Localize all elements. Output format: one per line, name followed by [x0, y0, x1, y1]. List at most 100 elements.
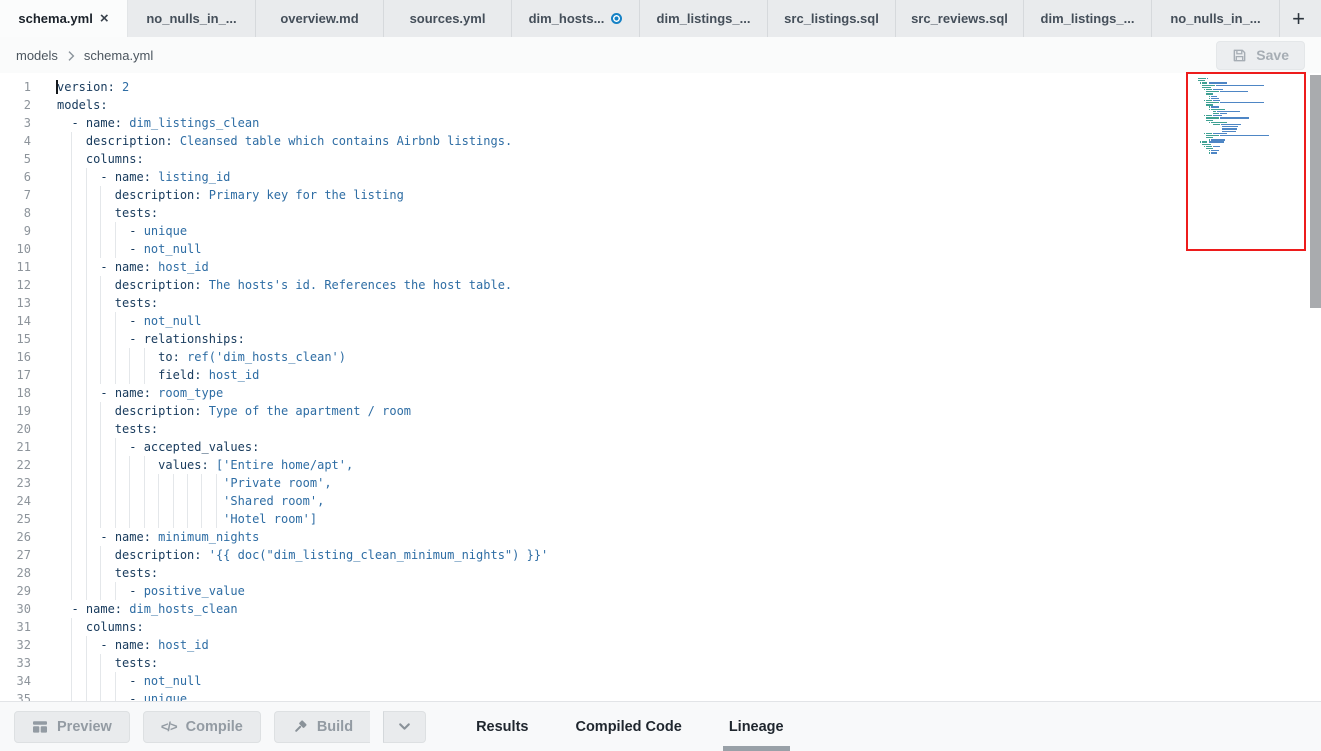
- scrollbar-thumb[interactable]: [1310, 75, 1321, 308]
- save-label: Save: [1256, 47, 1289, 63]
- tab-lineage[interactable]: Lineage: [723, 702, 790, 751]
- indent: [57, 494, 223, 508]
- code-line[interactable]: models:: [57, 96, 1321, 114]
- tab-compiled-code[interactable]: Compiled Code: [569, 702, 687, 751]
- indent-guide: [115, 438, 116, 456]
- code-area[interactable]: version: 2models: - name: dim_listings_c…: [47, 78, 1321, 701]
- build-button[interactable]: Build: [274, 711, 370, 743]
- line-number: 4: [0, 132, 47, 150]
- yaml-dash: -: [129, 242, 143, 256]
- indent-guide: [86, 186, 87, 204]
- modified-indicator-icon: [611, 13, 622, 24]
- code-line[interactable]: tests:: [57, 420, 1321, 438]
- minimap-bar: [1213, 100, 1220, 101]
- compile-label: Compile: [186, 719, 243, 735]
- yaml-value: host_id: [202, 368, 260, 382]
- code-line[interactable]: - positive_value: [57, 582, 1321, 600]
- preview-button[interactable]: Preview: [14, 711, 130, 743]
- indent-guide: [216, 474, 217, 492]
- code-line[interactable]: 'Shared room',: [57, 492, 1321, 510]
- code-line[interactable]: - name: host_id: [57, 636, 1321, 654]
- code-line[interactable]: columns:: [57, 150, 1321, 168]
- code-line[interactable]: to: ref('dim_hosts_clean'): [57, 348, 1321, 366]
- yaml-dash: -: [129, 440, 143, 454]
- code-line[interactable]: tests:: [57, 204, 1321, 222]
- indent-guide: [71, 438, 72, 456]
- line-number: 28: [0, 564, 47, 582]
- code-line[interactable]: - unique: [57, 222, 1321, 240]
- tab-label: no_nulls_in_...: [1170, 11, 1260, 26]
- build-dropdown-button[interactable]: [383, 711, 426, 743]
- code-line[interactable]: - relationships:: [57, 330, 1321, 348]
- yaml-value: '{{ doc("dim_listing_clean_minimum_night…: [202, 548, 549, 562]
- code-line[interactable]: - name: listing_id: [57, 168, 1321, 186]
- code-line[interactable]: - not_null: [57, 240, 1321, 258]
- line-number: 32: [0, 636, 47, 654]
- minimap-bar: [1209, 96, 1210, 97]
- code-line[interactable]: - accepted_values:: [57, 438, 1321, 456]
- minimap-bar: [1206, 100, 1211, 101]
- yaml-dash: -: [100, 386, 114, 400]
- new-tab-button[interactable]: +: [1288, 8, 1309, 30]
- yaml-key: columns:: [86, 620, 144, 634]
- code-line[interactable]: tests:: [57, 654, 1321, 672]
- code-line[interactable]: description: Primary key for the listing: [57, 186, 1321, 204]
- code-line[interactable]: description: Type of the apartment / roo…: [57, 402, 1321, 420]
- tab-dim-listings[interactable]: dim_listings_...: [640, 0, 768, 37]
- code-line[interactable]: tests:: [57, 294, 1321, 312]
- code-line[interactable]: tests:: [57, 564, 1321, 582]
- minimap[interactable]: [1198, 78, 1302, 155]
- code-line[interactable]: field: host_id: [57, 366, 1321, 384]
- indent: [57, 242, 129, 256]
- code-line[interactable]: description: '{{ doc("dim_listing_clean_…: [57, 546, 1321, 564]
- tab-schema-yml[interactable]: schema.yml×: [0, 0, 128, 37]
- minimap-bar: [1198, 80, 1205, 81]
- tab-no-nulls-in[interactable]: no_nulls_in_...: [128, 0, 256, 37]
- code-line[interactable]: columns:: [57, 618, 1321, 636]
- code-line[interactable]: 'Hotel room']: [57, 510, 1321, 528]
- compile-button[interactable]: </>Compile: [143, 711, 261, 743]
- minimap-bar: [1206, 120, 1212, 121]
- code-line[interactable]: description: The hosts's id. References …: [57, 276, 1321, 294]
- close-icon[interactable]: ×: [100, 11, 109, 26]
- panel-tab-label: Results: [476, 719, 528, 735]
- code-editor[interactable]: 1234567891011121314151617181920212223242…: [0, 73, 1321, 701]
- yaml-key: tests:: [115, 656, 158, 670]
- indent-guide: [86, 510, 87, 528]
- editor-scrollbar[interactable]: [1310, 73, 1321, 701]
- minimap-bar: [1206, 148, 1212, 149]
- tab-dim-hosts[interactable]: dim_hosts...: [512, 0, 640, 37]
- line-number: 11: [0, 258, 47, 276]
- minimap-bar: [1221, 124, 1241, 125]
- code-line[interactable]: - name: minimum_nights: [57, 528, 1321, 546]
- tab-overview-md[interactable]: overview.md: [256, 0, 384, 37]
- yaml-value: 2: [115, 80, 129, 94]
- code-line[interactable]: - name: dim_hosts_clean: [57, 600, 1321, 618]
- code-line[interactable]: - not_null: [57, 312, 1321, 330]
- code-line[interactable]: description: Cleansed table which contai…: [57, 132, 1321, 150]
- tab-results[interactable]: Results: [470, 702, 534, 751]
- minimap-bar: [1222, 126, 1238, 127]
- code-line[interactable]: - name: dim_listings_clean: [57, 114, 1321, 132]
- save-button[interactable]: Save: [1216, 41, 1305, 70]
- yaml-value: unique: [144, 224, 187, 238]
- indent-guide: [100, 348, 101, 366]
- tab-sources-yml[interactable]: sources.yml: [384, 0, 512, 37]
- code-line[interactable]: version: 2: [57, 78, 1321, 96]
- code-line[interactable]: - not_null: [57, 672, 1321, 690]
- tab-dim-listings[interactable]: dim_listings_...: [1024, 0, 1152, 37]
- yaml-key: description:: [115, 548, 202, 562]
- yaml-dash: -: [129, 692, 143, 701]
- yaml-value: 'Shared room',: [223, 494, 324, 508]
- code-line[interactable]: - name: room_type: [57, 384, 1321, 402]
- code-line[interactable]: values: ['Entire home/apt',: [57, 456, 1321, 474]
- tab-src-reviews-sql[interactable]: src_reviews.sql: [896, 0, 1024, 37]
- line-number: 21: [0, 438, 47, 456]
- code-line[interactable]: 'Private room',: [57, 474, 1321, 492]
- tab-src-listings-sql[interactable]: src_listings.sql: [768, 0, 896, 37]
- tab-no-nulls-in[interactable]: no_nulls_in_...: [1152, 0, 1280, 37]
- code-line[interactable]: - unique: [57, 690, 1321, 701]
- bottom-action-bar: Preview </>Compile Build Results Compiled C…: [0, 701, 1321, 751]
- code-line[interactable]: - name: host_id: [57, 258, 1321, 276]
- indent-guide: [129, 510, 130, 528]
